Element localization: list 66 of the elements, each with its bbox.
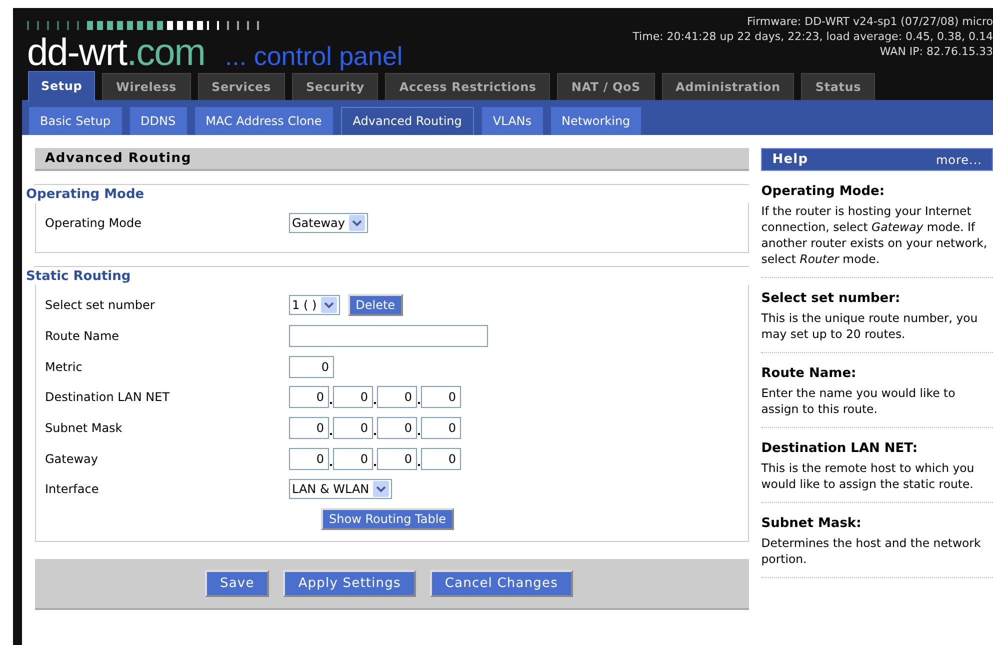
action-button[interactable]: Save — [205, 570, 270, 597]
octet-field[interactable]: 0 — [377, 448, 417, 470]
show-table-button[interactable]: Show Routing Table — [321, 508, 454, 530]
tagline: ... control panel — [224, 41, 403, 72]
help-text: Determines the host and the network portion. — [761, 535, 982, 567]
nav-tab[interactable]: Access Restrictions — [385, 73, 550, 100]
field-label: Select set number — [45, 298, 156, 312]
nav-tab[interactable]: Setup — [28, 71, 96, 102]
dropdown[interactable]: Gateway — [289, 213, 368, 234]
octet-field[interactable]: 0 — [421, 386, 461, 408]
field-label: Destination LAN NET — [45, 390, 171, 404]
section-title: Operating Mode — [26, 186, 146, 203]
octet-field[interactable]: 0 — [421, 448, 461, 470]
help-heading: Destination LAN NET: — [761, 441, 919, 456]
octet-field[interactable]: 0 — [289, 417, 329, 440]
action-button[interactable]: Cancel Changes — [430, 570, 573, 597]
help-text: Enter the name you would like to assign to this route. — [761, 385, 956, 417]
octet-field[interactable]: 0 — [289, 448, 329, 470]
field-label: Interface — [45, 482, 100, 496]
help-heading: Subnet Mask: — [761, 516, 862, 531]
sub-tab[interactable]: Networking — [550, 107, 642, 136]
octet-field[interactable]: 0 — [333, 448, 373, 470]
dropdown[interactable]: 1 ( ) — [289, 295, 340, 316]
status-text: Firmware: DD-WRT v24-sp1 (07/27/08) micro — [746, 14, 993, 29]
nav-tab[interactable]: NAT / QoS — [557, 73, 654, 100]
sub-tab[interactable]: DDNS — [130, 107, 187, 136]
help-text: This is the remote host to which you would like to assign the static route. — [761, 460, 976, 492]
octet-field[interactable]: 0 — [289, 386, 329, 408]
octet-field[interactable]: 0 — [377, 417, 417, 440]
caret-icon — [373, 481, 390, 498]
octet-field[interactable]: 0 — [421, 417, 461, 440]
section-title: Static Routing — [26, 268, 132, 285]
nav-tab[interactable]: Administration — [662, 73, 794, 100]
caret-icon — [349, 215, 366, 232]
sub-tab[interactable]: MAC Address Clone — [194, 107, 333, 136]
help-heading: Select set number: — [761, 291, 902, 306]
help-text: This is the unique route number, you may set up to 20 routes. — [761, 310, 979, 342]
caret-icon — [320, 297, 337, 314]
nav-tab[interactable]: Wireless — [102, 73, 190, 100]
help-text: If the router is hosting your Internet connection, select Gateway mode. If another router exists on your network, select Router mode. — [761, 203, 988, 267]
octet-field[interactable]: 0 — [333, 386, 373, 408]
sub-tab[interactable]: Basic Setup — [29, 107, 122, 136]
status-text: Time: 20:41:28 up 22 days, 22:23, load average: 0.45, 0.38, 0.14 — [632, 29, 993, 44]
field-label: Gateway — [45, 452, 100, 466]
delete-button[interactable]: Delete — [348, 294, 404, 316]
number-field[interactable]: 0 — [289, 356, 334, 378]
page-title: Advanced Routing — [35, 148, 750, 171]
status-text: WAN IP: 82.76.15.33 — [878, 44, 993, 59]
field-label: Route Name — [45, 329, 120, 344]
field-label: Metric — [45, 360, 84, 374]
nav-tab[interactable]: Status — [801, 73, 876, 100]
field-label: Subnet Mask — [45, 421, 124, 436]
sub-tab[interactable]: Advanced Routing — [340, 107, 474, 136]
help-heading: Operating Mode: — [761, 184, 886, 199]
field-label: Operating Mode — [45, 216, 143, 230]
dropdown[interactable]: LAN & WLAN — [289, 479, 392, 500]
nav-tab[interactable]: Services — [198, 73, 285, 100]
nav-tab[interactable]: Security — [292, 73, 378, 100]
help-heading: Route Name: — [761, 366, 858, 381]
action-button[interactable]: Apply Settings — [283, 570, 416, 597]
octet-field[interactable]: 0 — [377, 386, 417, 408]
sub-tab[interactable]: VLANs — [482, 107, 543, 136]
text-field[interactable] — [289, 325, 488, 348]
octet-field[interactable]: 0 — [333, 417, 373, 440]
help-title: Help — [772, 152, 808, 167]
more-link[interactable]: more... — [936, 152, 982, 166]
